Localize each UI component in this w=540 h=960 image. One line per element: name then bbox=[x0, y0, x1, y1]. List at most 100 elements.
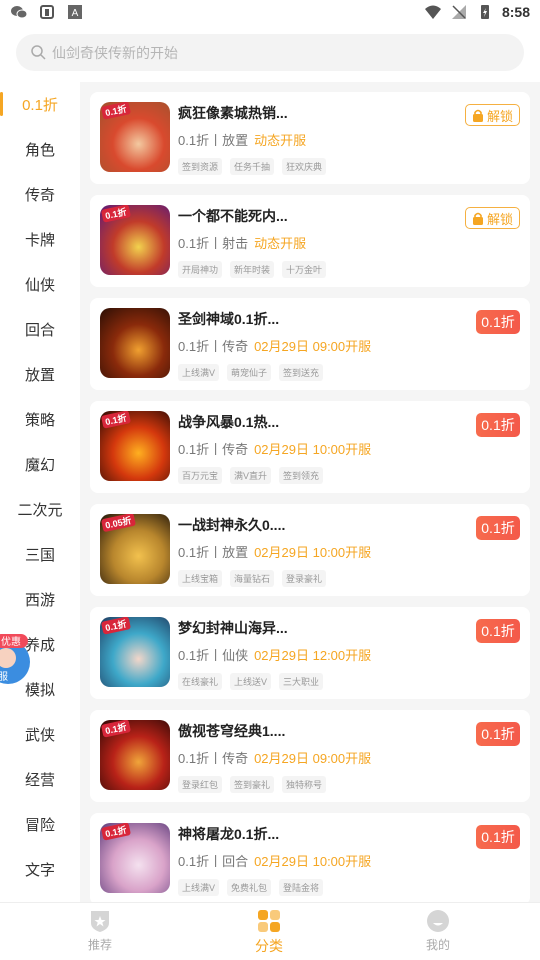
game-title: 梦幻封神山海异... bbox=[178, 620, 288, 636]
game-server-status: 02月29日 09:00开服 bbox=[254, 751, 372, 766]
nav-category[interactable]: 分类 bbox=[229, 909, 309, 957]
sidebar-item-1[interactable]: 角色 bbox=[0, 127, 80, 172]
game-card[interactable]: 0.1折 疯狂像素城热销... 0.1折丨放置 动态开服 签到资源 任务千抽 狂欢庆典 解锁 bbox=[90, 92, 530, 184]
search-bar[interactable] bbox=[16, 34, 524, 71]
game-title: 神将屠龙0.1折... bbox=[178, 826, 280, 842]
game-meta: 0.1折丨传奇 02月29日 09:00开服 bbox=[178, 336, 371, 355]
sidebar-item-label: 西游 bbox=[24, 592, 55, 609]
game-tag: 登录红包 bbox=[178, 776, 223, 793]
grid-icon bbox=[258, 910, 280, 932]
game-card[interactable]: 0.05折 一战封神永久0.... 0.1折丨放置 02月29日 10:00开服 上线宝… bbox=[90, 504, 530, 596]
font-app-icon: A bbox=[68, 5, 82, 19]
game-meta: 0.1折丨回合 02月29日 10:00开服 bbox=[178, 851, 371, 870]
unlock-label: 解锁 bbox=[486, 211, 513, 227]
game-thumbnail bbox=[100, 308, 170, 378]
sidebar-item-16[interactable]: 冒险 bbox=[0, 802, 80, 847]
sidebar-item-label: 武侠 bbox=[24, 727, 55, 744]
sidebar-item-10[interactable]: 三国 bbox=[0, 532, 80, 577]
promo-badge-sub: 服 bbox=[0, 671, 8, 683]
bottom-nav: 推荐 分类 我的 bbox=[0, 902, 540, 960]
game-tag: 登录豪礼 bbox=[282, 570, 327, 587]
game-genre: 0.1折丨传奇 bbox=[178, 339, 249, 354]
game-tags: 开局神功 新年时装 十万金叶 bbox=[178, 261, 327, 278]
sidebar-item-0[interactable]: 0.1折 bbox=[0, 82, 80, 127]
game-title: 圣剑神域0.1折... bbox=[178, 311, 280, 327]
sidebar-item-label: 传奇 bbox=[24, 187, 55, 204]
bug-app-icon bbox=[40, 5, 54, 19]
sidebar-item-8[interactable]: 魔幻 bbox=[0, 442, 80, 487]
nav-mine[interactable]: 我的 bbox=[398, 909, 478, 957]
discount-badge[interactable]: 0.1折 bbox=[476, 310, 520, 334]
nav-mine-label: 我的 bbox=[425, 938, 450, 952]
discount-badge[interactable]: 0.1折 bbox=[476, 722, 520, 746]
game-card[interactable]: 0.1折 战争风暴0.1热... 0.1折丨传奇 02月29日 10:00开服 百万元宝… bbox=[90, 401, 530, 493]
game-server-status: 02月29日 09:00开服 bbox=[254, 339, 372, 354]
sidebar-item-label: 回合 bbox=[24, 322, 55, 339]
game-card[interactable]: 圣剑神域0.1折... 0.1折丨传奇 02月29日 09:00开服上线满V 萌宠仙子… bbox=[90, 298, 530, 390]
face-icon bbox=[427, 910, 449, 932]
sidebar-item-3[interactable]: 卡牌 bbox=[0, 217, 80, 262]
discount-badge[interactable]: 0.1折 bbox=[476, 516, 520, 540]
thumbnail-discount-tag: 0.1折 bbox=[100, 411, 131, 429]
game-tags: 签到资源 任务千抽 狂欢庆典 bbox=[178, 158, 327, 175]
sidebar-item-9[interactable]: 二次元 bbox=[0, 487, 80, 532]
game-meta: 0.1折丨射击 动态开服 bbox=[178, 233, 306, 252]
sidebar-item-14[interactable]: 武侠 bbox=[0, 712, 80, 757]
sidebar-item-7[interactable]: 策略 bbox=[0, 397, 80, 442]
status-time: 8:58 bbox=[501, 4, 530, 20]
game-server-status: 动态开服 bbox=[254, 236, 307, 251]
wifi-icon bbox=[424, 5, 441, 19]
sidebar-item-label: 角色 bbox=[24, 142, 55, 159]
lock-icon bbox=[472, 212, 483, 225]
sidebar-item-5[interactable]: 回合 bbox=[0, 307, 80, 352]
game-tag: 签到资源 bbox=[178, 158, 223, 175]
game-meta: 0.1折丨传奇 02月29日 10:00开服 bbox=[178, 439, 371, 458]
game-thumbnail: 0.1折 bbox=[100, 411, 170, 481]
unlock-button[interactable]: 解锁 bbox=[464, 207, 520, 229]
game-thumbnail: 0.1折 bbox=[100, 102, 170, 172]
sidebar-item-17[interactable]: 文字 bbox=[0, 847, 80, 892]
sidebar-item-label: 策略 bbox=[24, 412, 55, 429]
game-card[interactable]: 0.1折 梦幻封神山海异... 0.1折丨仙侠 02月29日 12:00开服 在线豪礼上… bbox=[90, 607, 530, 699]
game-tags: 上线满V 免费礼包 登陆金将 bbox=[178, 879, 324, 896]
game-title: 一战封神永久0.... bbox=[178, 517, 286, 533]
sidebar-item-2[interactable]: 传奇 bbox=[0, 172, 80, 217]
unlock-button[interactable]: 解锁 bbox=[464, 104, 520, 126]
discount-badge[interactable]: 0.1折 bbox=[476, 825, 520, 849]
game-tag: 上线满V bbox=[178, 364, 220, 381]
sidebar-item-label: 放置 bbox=[24, 367, 55, 384]
promo-float-badge[interactable]: 优惠 服 bbox=[0, 632, 30, 688]
sidebar-item-11[interactable]: 西游 bbox=[0, 577, 80, 622]
game-tag: 萌宠仙子 bbox=[227, 364, 272, 381]
sidebar-item-label: 魔幻 bbox=[24, 457, 55, 474]
game-tags: 登录红包 签到豪礼 独特称号 bbox=[178, 776, 327, 793]
sidebar-item-label: 冒险 bbox=[24, 817, 55, 834]
sidebar-item-label: 卡牌 bbox=[24, 232, 55, 249]
game-server-status: 02月29日 10:00开服 bbox=[254, 442, 372, 457]
game-tag: 免费礼包 bbox=[227, 879, 272, 896]
sidebar-item-4[interactable]: 仙侠 bbox=[0, 262, 80, 307]
game-card[interactable]: 0.1折 神将屠龙0.1折... 0.1折丨回合 02月29日 10:00开服 上线满V… bbox=[90, 813, 530, 902]
game-tags: 在线豪礼 上线送V 三大职业 bbox=[178, 673, 324, 690]
nav-recommend[interactable]: 推荐 bbox=[60, 909, 140, 957]
game-tags: 百万元宝 满V直升 签到领充 bbox=[178, 467, 324, 484]
game-card[interactable]: 0.1折 傲视苍穹经典1.... 0.1折丨传奇 02月29日 09:00开服 登录红包… bbox=[90, 710, 530, 802]
discount-badge[interactable]: 0.1折 bbox=[476, 619, 520, 643]
game-tag: 任务千抽 bbox=[230, 158, 275, 175]
discount-badge[interactable]: 0.1折 bbox=[476, 413, 520, 437]
game-tag: 独特称号 bbox=[282, 776, 327, 793]
game-genre: 0.1折丨传奇 bbox=[178, 442, 249, 457]
game-title: 一个都不能死内... bbox=[178, 208, 288, 224]
game-meta: 0.1折丨放置 02月29日 10:00开服 bbox=[178, 542, 371, 561]
search-input[interactable] bbox=[52, 34, 502, 71]
sidebar-item-6[interactable]: 放置 bbox=[0, 352, 80, 397]
game-list: 0.1折 疯狂像素城热销... 0.1折丨放置 动态开服 签到资源 任务千抽 狂欢庆典 解锁 0… bbox=[80, 82, 540, 902]
game-card[interactable]: 0.1折 一个都不能死内... 0.1折丨射击 动态开服 开局神功 新年时装 十万金叶 解锁 bbox=[90, 195, 530, 287]
game-meta: 0.1折丨传奇 02月29日 09:00开服 bbox=[178, 748, 371, 767]
game-thumbnail: 0.1折 bbox=[100, 823, 170, 893]
game-thumbnail: 0.1折 bbox=[100, 617, 170, 687]
game-tag: 签到豪礼 bbox=[230, 776, 275, 793]
category-sidebar: 0.1折 角色 传奇 卡牌 仙侠 回合 放置 策略 魔幻 二次元 三国 西游 养成 模拟 武侠 经营 冒险 文字 bbox=[0, 82, 80, 902]
game-thumbnail: 0.1折 bbox=[100, 720, 170, 790]
sidebar-item-15[interactable]: 经营 bbox=[0, 757, 80, 802]
